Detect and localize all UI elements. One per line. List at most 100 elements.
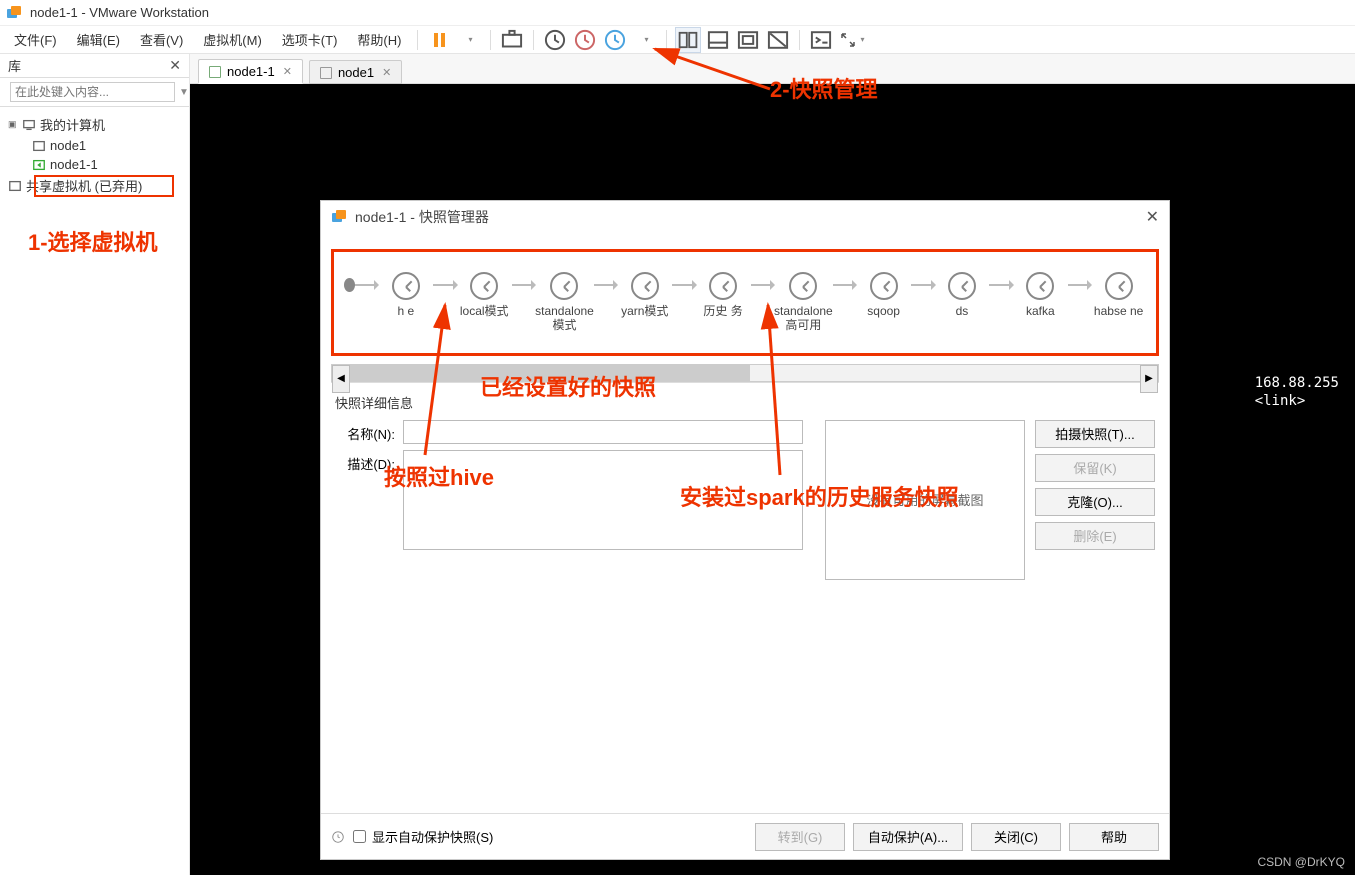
tab-bar: node1-1 ✕ node1 ✕ — [190, 54, 1355, 84]
snapshot-node[interactable]: standalone 高可用 — [774, 272, 833, 333]
tab-close-icon[interactable]: ✕ — [382, 66, 391, 79]
vm-on-icon — [209, 66, 221, 78]
snapshot-node[interactable]: yarn模式 — [617, 272, 672, 318]
snapshot-node[interactable]: local模式 — [457, 272, 512, 318]
arrow-icon — [433, 284, 457, 286]
tab-close-icon[interactable]: ✕ — [283, 65, 292, 78]
scroll-track[interactable] — [350, 365, 1140, 381]
clock-icon — [631, 272, 659, 300]
snapshot-manager-button[interactable] — [602, 27, 628, 53]
vmware-logo-icon — [6, 5, 22, 21]
desc-label: 描述(D): — [335, 450, 395, 473]
pause-button[interactable] — [426, 27, 452, 53]
clock-icon — [870, 272, 898, 300]
collapse-icon: ▣ — [8, 119, 18, 130]
details-title: 快照详细信息 — [335, 393, 1155, 412]
snapshot-node[interactable]: h e — [378, 272, 433, 318]
screenshot-preview: 没有可用的屏幕截图 — [825, 420, 1025, 580]
view-fullscreen-button[interactable] — [735, 27, 761, 53]
vm-off-icon — [32, 139, 46, 153]
clock-icon — [1105, 272, 1133, 300]
desc-input[interactable] — [403, 450, 803, 550]
snapshot-details: 快照详细信息 名称(N): 描述(D): 没有可用的屏幕截图 拍摄快 — [331, 382, 1159, 580]
stretch-button[interactable] — [838, 27, 864, 53]
scroll-thumb[interactable] — [350, 365, 750, 381]
menu-vm[interactable]: 虚拟机(M) — [193, 26, 272, 53]
tab-node1-1[interactable]: node1-1 ✕ — [198, 59, 303, 84]
separator — [417, 30, 418, 50]
menu-view[interactable]: 查看(V) — [130, 26, 193, 53]
snapshot-take-button[interactable] — [542, 27, 568, 53]
pause-dropdown[interactable] — [456, 27, 482, 53]
console-button[interactable] — [808, 27, 834, 53]
snapshot-timeline: h e local模式 standalone 模式 yarn模式 历史 务 st… — [331, 249, 1159, 356]
vmware-logo-icon — [331, 209, 347, 225]
view-split-button[interactable] — [675, 27, 701, 53]
show-autoprotect-checkbox[interactable]: 显示自动保护快照(S) — [353, 827, 493, 846]
arrow-icon — [911, 284, 935, 286]
tree-shared-vms[interactable]: 共享虚拟机 (已弃用) — [4, 174, 185, 197]
snapshot-node[interactable]: habse ne — [1091, 272, 1146, 318]
tab-label: node1-1 — [227, 64, 275, 79]
clock-icon — [789, 272, 817, 300]
scroll-right-button[interactable]: ▶ — [1140, 365, 1158, 393]
clone-button[interactable]: 克隆(O)... — [1035, 488, 1155, 516]
snapshot-node[interactable]: kafka — [1013, 272, 1068, 318]
tree-root-my-computer[interactable]: ▣ 我的计算机 — [4, 113, 185, 136]
take-snapshot-button[interactable]: 拍摄快照(T)... — [1035, 420, 1155, 448]
search-dropdown-icon[interactable]: ▼ — [179, 87, 189, 98]
separator — [799, 30, 800, 50]
goto-button: 转到(G) — [755, 823, 845, 851]
clock-icon — [550, 272, 578, 300]
name-input[interactable] — [403, 420, 803, 444]
menu-help[interactable]: 帮助(H) — [347, 26, 411, 53]
snapshot-revert-button[interactable] — [572, 27, 598, 53]
arrow-icon — [1068, 284, 1092, 286]
tree-item-node1-1[interactable]: node1-1 — [4, 155, 185, 174]
no-screenshot-text: 没有可用的屏幕截图 — [866, 490, 983, 509]
clock-icon — [948, 272, 976, 300]
menu-file[interactable]: 文件(F) — [4, 26, 67, 53]
dialog-titlebar: node1-1 - 快照管理器 ✕ — [321, 201, 1169, 233]
snapshot-node[interactable]: 历史 务 — [696, 272, 751, 318]
search-input[interactable] — [10, 82, 175, 102]
timeline-scrollbar[interactable]: ◀ ▶ — [331, 364, 1159, 382]
snapshot-node[interactable]: ds — [935, 272, 990, 318]
computer-icon — [22, 118, 36, 132]
autoprotect-button[interactable]: 自动保护(A)... — [853, 823, 963, 851]
tree-item-node1[interactable]: node1 — [4, 136, 185, 155]
snapshot-dropdown[interactable] — [632, 27, 658, 53]
close-button[interactable]: 关闭(C) — [971, 823, 1061, 851]
window-title: node1-1 - VMware Workstation — [30, 5, 209, 20]
menu-edit[interactable]: 编辑(E) — [67, 26, 130, 53]
clock-icon — [470, 272, 498, 300]
help-button[interactable]: 帮助 — [1069, 823, 1159, 851]
send-ctrl-alt-del-button[interactable] — [499, 27, 525, 53]
library-title: 库 — [4, 56, 25, 75]
snapshot-node[interactable]: standalone 模式 — [535, 272, 594, 333]
scroll-left-button[interactable]: ◀ — [332, 365, 350, 393]
tree-root-label: 我的计算机 — [40, 115, 105, 134]
arrow-icon — [833, 284, 857, 286]
clock-icon — [392, 272, 420, 300]
view-single-button[interactable] — [705, 27, 731, 53]
keep-button: 保留(K) — [1035, 454, 1155, 482]
sidebar-close-button[interactable]: ✕ — [165, 57, 185, 74]
shared-icon — [8, 179, 22, 193]
view-unity-button[interactable] — [765, 27, 791, 53]
menu-tabs[interactable]: 选项卡(T) — [272, 26, 348, 53]
autoprotect-checkbox-label: 显示自动保护快照(S) — [372, 827, 493, 846]
titlebar: node1-1 - VMware Workstation — [0, 0, 1355, 26]
separator — [490, 30, 491, 50]
clock-icon — [331, 830, 345, 844]
vm-off-icon — [320, 67, 332, 79]
arrow-icon — [672, 284, 696, 286]
clock-icon — [1026, 272, 1054, 300]
tab-node1[interactable]: node1 ✕ — [309, 60, 402, 84]
autoprotect-checkbox-input[interactable] — [353, 830, 366, 843]
dialog-close-button[interactable]: ✕ — [1146, 207, 1159, 227]
arrow-icon — [751, 284, 775, 286]
vm-on-icon — [32, 158, 46, 172]
snapshot-node[interactable]: sqoop — [856, 272, 911, 318]
timeline-origin — [344, 278, 355, 292]
